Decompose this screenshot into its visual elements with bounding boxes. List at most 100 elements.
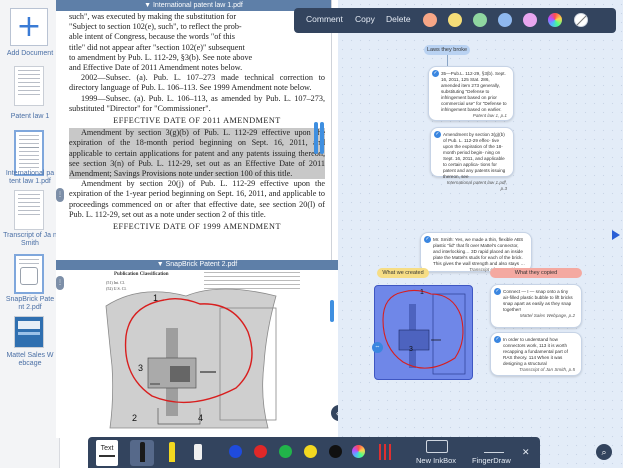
sidebar-item-label: International pa tent law 1.pdf (5, 170, 55, 185)
pane-title[interactable]: ▼ SnapBrick Patent 2.pdf (56, 260, 338, 270)
note-card[interactable]: ✓ In order to understand how connectors … (490, 332, 582, 376)
note-card[interactable]: ✓ Mr. Smith: Yes, we made a thin, flexib… (420, 232, 532, 272)
note-text: In order to understand how connectors wo… (503, 337, 568, 366)
paragraph: 1999—Subsec. (a). Pub. L. 106–113, as am… (69, 93, 325, 113)
document-thumbnail-snapbrick[interactable] (14, 254, 44, 294)
pdf-pane-international-patent-law[interactable]: ▼ International patent law 1.pdf such", … (56, 0, 332, 260)
comment-button[interactable]: Comment (306, 14, 343, 24)
figure-label: 1 (153, 293, 159, 303)
document-text: such", was executed by making the substi… (69, 12, 325, 234)
sidebar-item-label: Mattel Sales W ebcage (6, 352, 54, 367)
note-citation: International patent law 1.pdf, p.3 (446, 180, 507, 191)
abstract-text (204, 272, 300, 289)
note-citation: Transcript of Jan Smith, p.5 (519, 367, 575, 372)
note-card[interactable]: ✓ Connect — I — snap onto a tiny air-fil… (490, 284, 582, 328)
pdf-pane-snapbrick[interactable]: ▼ SnapBrick Patent 2.pdf Publication Cla… (56, 260, 338, 438)
text-line: to amendment by Pub. L. 112-29, §3(b). S… (69, 52, 253, 62)
tag-laws-they-broke[interactable]: Laws they broke (424, 45, 470, 55)
document-sidebar: + Add Document Patent law 1 Internationa… (0, 0, 60, 468)
text-line: able intent of Congress, because the wor… (69, 32, 235, 42)
pen-color-green[interactable] (279, 445, 292, 458)
copy-button[interactable]: Copy (355, 14, 375, 24)
pen-custom-color-icon[interactable] (352, 445, 365, 458)
figure-label: 1 (420, 289, 424, 296)
color-swatch-orange[interactable] (423, 13, 437, 27)
eraser-icon (194, 444, 202, 460)
highlighter-tool-button[interactable] (164, 440, 180, 466)
fingerdraw-button[interactable]: FingerDraw (472, 456, 511, 465)
sidebar-item-label: Patent law 1 (10, 113, 50, 120)
stroke-width-icon[interactable] (379, 444, 391, 460)
pen-color-red[interactable] (254, 445, 267, 458)
scroll-handle[interactable] (314, 122, 318, 154)
figure-label: 3 (138, 363, 144, 373)
note-card[interactable]: ✓ 35—Pub.L. 112-29, §3(b). Sept. 16, 201… (428, 66, 514, 121)
canvas-scroll-handle[interactable] (320, 122, 324, 154)
classification-line: (51) Int. Cl. (106, 280, 125, 285)
tag-what-they-copied[interactable]: What they copied (490, 268, 582, 278)
note-icon: ✓ (434, 131, 441, 138)
pane-title[interactable]: ▼ International patent law 1.pdf (56, 0, 331, 11)
pen-color-black[interactable] (329, 445, 342, 458)
custom-color-icon[interactable] (548, 13, 562, 27)
clip-drag-handle-icon[interactable]: ⇔ (372, 342, 383, 353)
color-swatch-pink[interactable] (523, 13, 537, 27)
tag-what-we-created[interactable]: What we created (377, 268, 429, 278)
color-swatch-yellow[interactable] (448, 13, 462, 27)
text-line: and Effective Date of 2011 Amendment not… (69, 63, 243, 73)
note-text: Mr. Smith: Yes, we made a thin, flexible… (433, 237, 525, 266)
highlighter-icon (169, 442, 175, 462)
new-inkbox-button[interactable]: New InkBox (416, 456, 456, 465)
pane-grip-icon[interactable]: ⋮ (56, 276, 64, 290)
sidebar-item-label: Transcript of Ja n Smith (3, 232, 57, 247)
eraser-tool-button[interactable] (190, 440, 206, 466)
note-icon: ✓ (494, 288, 501, 295)
drawing-toolbar: Text New InkBox FingerDraw ✕ (88, 437, 540, 468)
color-swatch-green[interactable] (473, 13, 487, 27)
paragraph: Amendment by section 20(j) of Pub. L. 11… (69, 179, 325, 219)
section-heading: EFFECTIVE DATE OF 1999 AMENDMENT (113, 222, 281, 232)
no-color-icon[interactable] (574, 13, 588, 27)
pen-color-blue[interactable] (229, 445, 242, 458)
text-line: title" did not appear after "section 102… (69, 42, 245, 52)
document-thumbnail-mattel[interactable] (14, 316, 44, 348)
canvas-scroll-handle[interactable] (330, 300, 334, 322)
pane-grip-icon[interactable]: ⋮ (56, 188, 64, 202)
delete-button[interactable]: Delete (386, 14, 411, 24)
plus-icon: + (16, 9, 42, 44)
document-thumbnail-transcript[interactable] (14, 190, 44, 230)
pen-icon (139, 442, 145, 462)
text-line: "Subject to section 102(e), such", to re… (69, 22, 242, 32)
figure-label: 4 (198, 413, 204, 423)
add-document-button[interactable]: + (10, 8, 48, 46)
note-icon: ✓ (432, 70, 439, 77)
text-tool-button[interactable]: Text (96, 440, 118, 466)
note-card[interactable]: ✓ Amendment by section 3(g)(b) of Pub. L… (430, 127, 514, 191)
note-icon: ✓ (494, 336, 501, 343)
text-tool-label: Text (100, 445, 114, 452)
close-toolbar-button[interactable]: ✕ (522, 447, 530, 458)
figure-label: 3 (409, 346, 413, 353)
classification-heading: Publication Classification (114, 272, 169, 277)
note-text: Connect — I — snap onto a tiny air-fille… (503, 289, 573, 312)
clipped-figure-drawing (382, 289, 466, 375)
note-text: 35—Pub.L. 112-29, §3(b). Sept. 16, 2011,… (441, 71, 507, 112)
highlighted-paragraph[interactable]: Amendment by section 3(g)(b) of Pub. L. … (69, 128, 325, 180)
paragraph: 2002—Subsec. (a). Pub. L. 107–273 made t… (69, 73, 325, 93)
document-thumbnail-patent-law[interactable] (14, 66, 44, 106)
note-citation: Mattel Sales Webpage, p.2 (519, 313, 575, 318)
text-line: such", was executed by making the substi… (69, 12, 237, 21)
sidebar-item-label: SnapBrick Pate nt 2.pdf (5, 296, 55, 311)
canvas-edge-arrow-icon[interactable] (612, 230, 620, 240)
inkbox-icon (426, 440, 448, 453)
section-heading: EFFECTIVE DATE OF 2011 AMENDMENT (113, 116, 281, 126)
pen-color-yellow[interactable] (304, 445, 317, 458)
zoom-icon[interactable]: ⌕ (596, 444, 612, 460)
figure-label: 2 (132, 413, 138, 423)
figure-clip[interactable]: 1 3 (374, 285, 473, 380)
note-text: Amendment by section 3(g)(b) of Pub. L. … (443, 132, 506, 179)
pen-tool-button[interactable] (130, 440, 154, 466)
color-swatch-blue[interactable] (498, 13, 512, 27)
note-icon: ✓ (424, 236, 431, 243)
fingerdraw-icon (484, 441, 504, 453)
